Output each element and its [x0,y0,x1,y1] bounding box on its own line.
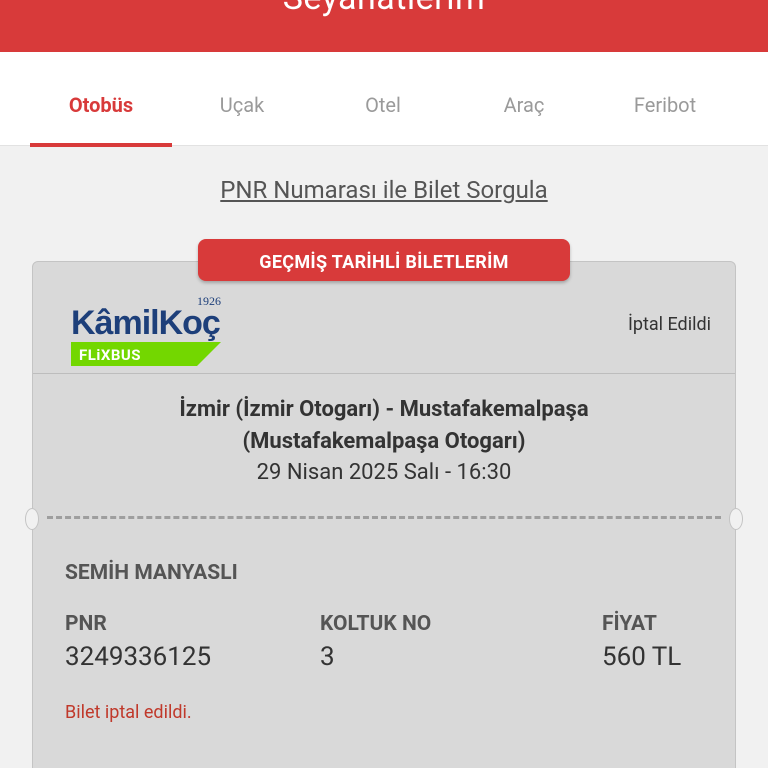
route-line-2: (Mustafakemalpaşa Otogarı) [242,429,526,454]
cancel-note: Bilet iptal edildi. [65,702,192,723]
tab-flight[interactable]: Uçak [171,52,313,146]
logo-subbrand: FLiXBUS [79,346,142,364]
ticket-status: İptal Edildi [627,314,711,335]
seat-block: KOLTUK NO 3 [320,612,431,672]
price-value: 560 TL [602,642,682,672]
logo-wordmark: KâmilKoç [71,304,221,342]
route-line-1: İzmir (İzmir Otogarı) - Mustafakemalpaşa [179,397,589,422]
tab-car[interactable]: Araç [453,52,595,146]
company-logo: KâmilKoç 1926 FLiXBUS [71,292,233,372]
seat-label: KOLTUK NO [320,612,432,636]
tab-bus[interactable]: Otobüs [30,52,172,147]
top-app-bar: Seyahatlerim [0,0,768,52]
pnr-query-link[interactable]: PNR Numarası ile Bilet Sorgula [0,176,768,204]
card-divider [33,373,735,374]
seat-value: 3 [320,642,335,672]
pnr-value: 3249336125 [65,642,212,672]
tab-ferry[interactable]: Feribot [594,52,736,146]
pnr-block: PNR 3249336125 [65,612,211,672]
ticket-card[interactable]: KâmilKoç 1926 FLiXBUS İptal Edildi İzmir… [25,261,743,768]
route-info: İzmir (İzmir Otogarı) - Mustafakemalpaşa… [33,394,735,458]
departure-date: 29 Nisan 2025 Salı - 16:30 [256,460,512,485]
price-label: FİYAT [602,612,657,636]
past-tickets-badge[interactable]: GEÇMİŞ TARİHLİ BİLETLERİM [198,239,570,281]
page-title: Seyahatlerim [0,0,768,18]
passenger-name: SEMİH MANYASLI [65,561,238,585]
tear-line [47,516,721,519]
logo-year: 1926 [197,294,221,308]
tab-hotel[interactable]: Otel [312,52,454,146]
price-block: FİYAT 560 TL [602,612,681,672]
ticket-notch-right [729,508,743,530]
ticket-notch-left [25,508,39,530]
category-tabs: Otobüs Uçak Otel Araç Feribot [0,52,768,147]
pnr-label: PNR [65,612,107,636]
